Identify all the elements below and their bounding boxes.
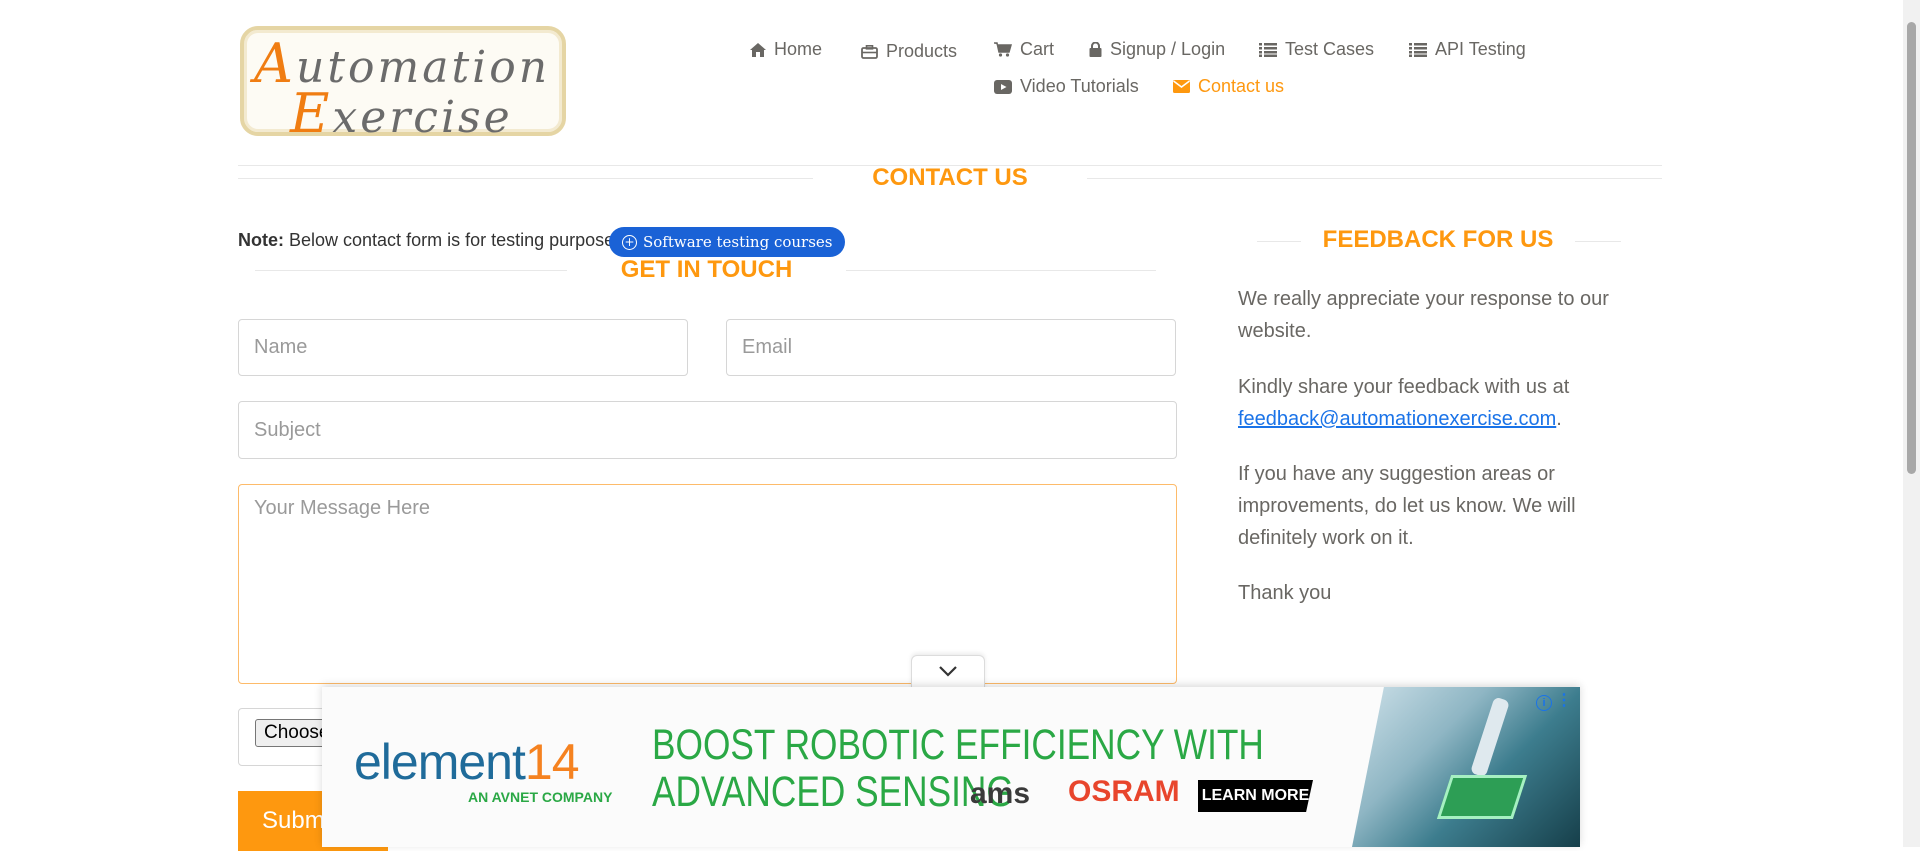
ad-robot-image — [1352, 687, 1580, 847]
ad-headline-1: BOOST ROBOTIC EFFICIENCY WITH — [652, 721, 1264, 769]
circuit-board — [1436, 775, 1528, 819]
message-textarea[interactable] — [238, 484, 1177, 684]
envelope-icon — [1173, 80, 1190, 93]
ad-partner-ams: ams — [970, 777, 1031, 810]
list-icon — [1259, 42, 1277, 57]
testing-note: Note: Below contact form is for testing … — [238, 230, 620, 250]
ad-brand-subtitle: AN AVNET COMPANY — [468, 789, 613, 805]
heading-line-left — [255, 270, 567, 271]
list-icon — [1409, 42, 1427, 57]
logo-line-2: Exercise — [290, 82, 513, 145]
title-line-left — [238, 178, 813, 179]
plus-circle-icon: + — [622, 234, 637, 250]
feedback-paragraph-4: Thank you — [1238, 582, 1332, 604]
get-in-touch-heading: GET IN TOUCH — [620, 256, 793, 283]
name-input[interactable] — [238, 319, 688, 376]
ad-info-icon[interactable]: i — [1536, 695, 1552, 711]
home-icon — [750, 42, 766, 57]
briefcase-icon — [861, 44, 878, 59]
title-line-right — [1087, 178, 1662, 179]
email-input[interactable] — [726, 319, 1176, 376]
nav-cart[interactable]: Cart — [994, 39, 1054, 60]
feedback-paragraph-2: Kindly share your feedback with us at fe… — [1238, 376, 1570, 430]
software-testing-courses-link[interactable]: + Software testing courses — [609, 227, 846, 257]
ad-headline-2: ADVANCED SENSING — [652, 768, 1014, 816]
feedback-email-link[interactable]: feedback@automationexercise.com — [1238, 408, 1556, 430]
vertical-scrollbar[interactable] — [1903, 0, 1920, 847]
nav-video-tutorials[interactable]: Video Tutorials — [994, 76, 1139, 97]
nav-signup-login[interactable]: Signup / Login — [1089, 39, 1225, 60]
heading-line-right — [846, 270, 1156, 271]
nav-products[interactable]: Products — [861, 41, 957, 62]
nav-api-testing[interactable]: API Testing — [1409, 39, 1526, 60]
feedback-line-right — [1575, 241, 1621, 242]
lock-icon — [1089, 42, 1102, 57]
feedback-line-left — [1257, 241, 1301, 242]
chevron-down-icon — [939, 664, 957, 682]
cart-icon — [994, 42, 1012, 57]
ad-banner[interactable]: element14 AN AVNET COMPANY BOOST ROBOTIC… — [322, 687, 1580, 847]
robot-arm — [1470, 696, 1510, 778]
feedback-heading: FEEDBACK FOR US — [1322, 226, 1554, 253]
ad-collapse-button[interactable] — [911, 655, 985, 689]
site-logo[interactable]: Automation Exercise — [240, 26, 566, 145]
ad-brand-logo: element14 — [354, 734, 580, 790]
nav-test-cases[interactable]: Test Cases — [1259, 39, 1374, 60]
ad-menu-icon[interactable]: ⋮ — [1556, 693, 1572, 709]
ad-partner-osram: OSRAM — [1068, 775, 1180, 808]
feedback-paragraph-3: If you have any suggestion areas or impr… — [1238, 463, 1576, 549]
ad-learn-more-button[interactable]: LEARN MORE — [1198, 780, 1313, 812]
subject-input[interactable] — [238, 401, 1177, 459]
scrollbar-thumb[interactable] — [1907, 22, 1916, 474]
feedback-paragraph-1: We really appreciate your response to ou… — [1238, 288, 1609, 342]
youtube-icon — [994, 79, 1012, 94]
nav-contact-us[interactable]: Contact us — [1173, 76, 1284, 97]
page-title: CONTACT US — [872, 164, 1028, 191]
nav-home[interactable]: Home — [750, 39, 822, 60]
